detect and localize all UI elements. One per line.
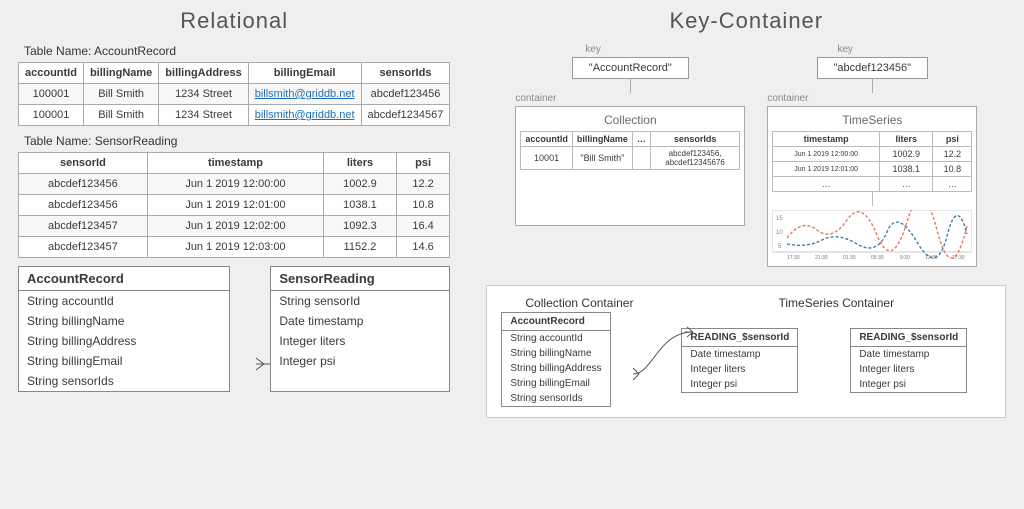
- table-row: 100001 Bill Smith 1234 Street billsmith@…: [19, 105, 450, 126]
- container-label: container: [767, 93, 977, 104]
- down-arrow-icon: [872, 192, 873, 206]
- col-accountid: accountId: [19, 63, 84, 84]
- svg-text:17:30: 17:30: [787, 255, 800, 260]
- key-label: key: [585, 44, 745, 55]
- key-container-panel: Key-Container key "AccountRecord" contai…: [468, 0, 1024, 509]
- container-label: container: [515, 93, 745, 104]
- key-chip-sensor: "abcdef123456": [817, 57, 929, 79]
- svg-text:10: 10: [776, 230, 783, 236]
- key-label: key: [837, 44, 977, 55]
- svg-text:21:30: 21:30: [815, 255, 828, 260]
- table1-name: Table Name: AccountRecord: [24, 44, 450, 58]
- svg-text:13:30: 13:30: [925, 255, 938, 260]
- table-row: abcdef123456Jun 1 2019 12:00:001002.912.…: [19, 174, 450, 195]
- kc-schema-area: Collection Container AccountRecord Strin…: [486, 285, 1006, 418]
- timeseries-chart: 15 10 5 17:30 21:30 01:30 05:30 9:30 13:…: [772, 210, 972, 260]
- relational-panel: Relational Table Name: AccountRecord acc…: [0, 0, 468, 509]
- email-link[interactable]: billsmith@griddb.net: [255, 109, 355, 121]
- svg-text:01:30: 01:30: [843, 255, 856, 260]
- collection-container-label: Collection Container: [525, 296, 633, 310]
- col-billingname: billingName: [83, 63, 158, 84]
- key-chip-account: "AccountRecord": [572, 57, 689, 79]
- relational-title: Relational: [18, 8, 450, 34]
- collection-container: Collection accountId billingName … senso…: [515, 106, 745, 226]
- svg-text:05:30: 05:30: [871, 255, 884, 260]
- collection-block: key "AccountRecord" container Collection…: [515, 44, 745, 267]
- account-record-table: accountId billingName billingAddress bil…: [18, 62, 450, 126]
- schema-reading-2: READING_$sensorId Date timestamp Integer…: [850, 328, 967, 393]
- relational-schema-area: AccountRecord String accountId String bi…: [18, 266, 450, 392]
- email-link[interactable]: billsmith@griddb.net: [255, 88, 355, 100]
- timeseries-container-label: TimeSeries Container: [779, 296, 895, 310]
- key-stem-icon: [630, 79, 631, 93]
- schema-account-record-kc: AccountRecord String accountId String bi…: [501, 312, 610, 407]
- svg-text:17:30: 17:30: [952, 255, 965, 260]
- timeseries-block: key "abcdef123456" container TimeSeries …: [767, 44, 977, 267]
- timeseries-container: TimeSeries timestamp liters psi Jun 1 20…: [767, 106, 977, 267]
- col-billingaddress: billingAddress: [159, 63, 248, 84]
- schema-sensor-reading: SensorReading String sensorId Date times…: [270, 266, 450, 392]
- table2-name: Table Name: SensorReading: [24, 134, 450, 148]
- table-row: abcdef123456Jun 1 2019 12:01:001038.110.…: [19, 195, 450, 216]
- svg-text:9:30: 9:30: [900, 255, 910, 260]
- col-sensorids: sensorIds: [361, 63, 450, 84]
- key-stem-icon: [872, 79, 873, 93]
- table-row: 100001 Bill Smith 1234 Street billsmith@…: [19, 84, 450, 105]
- one-to-many-connector-icon: [633, 314, 723, 404]
- col-billingemail: billingEmail: [248, 63, 361, 84]
- svg-text:15: 15: [776, 216, 783, 222]
- table-row: abcdef123457Jun 1 2019 12:02:001092.316.…: [19, 216, 450, 237]
- table-row: abcdef123457Jun 1 2019 12:03:001152.214.…: [19, 237, 450, 258]
- key-container-title: Key-Container: [486, 8, 1006, 34]
- schema-account-record: AccountRecord String accountId String bi…: [18, 266, 230, 392]
- sensor-reading-table: sensorId timestamp liters psi abcdef1234…: [18, 152, 450, 258]
